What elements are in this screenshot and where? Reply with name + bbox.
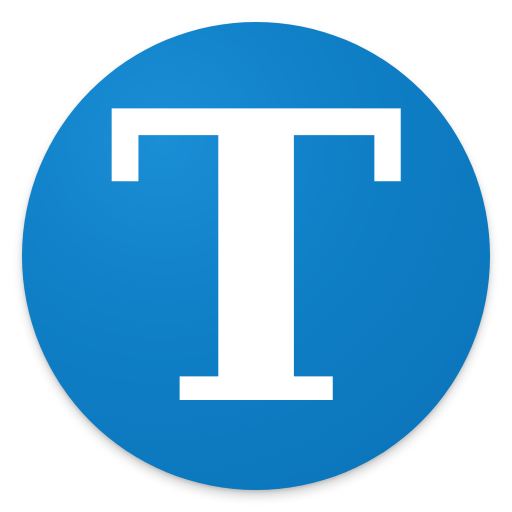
letter-t-glyph: T [107,25,405,495]
icon-letter: T [107,25,405,495]
app-icon-canvas: T [0,0,512,512]
